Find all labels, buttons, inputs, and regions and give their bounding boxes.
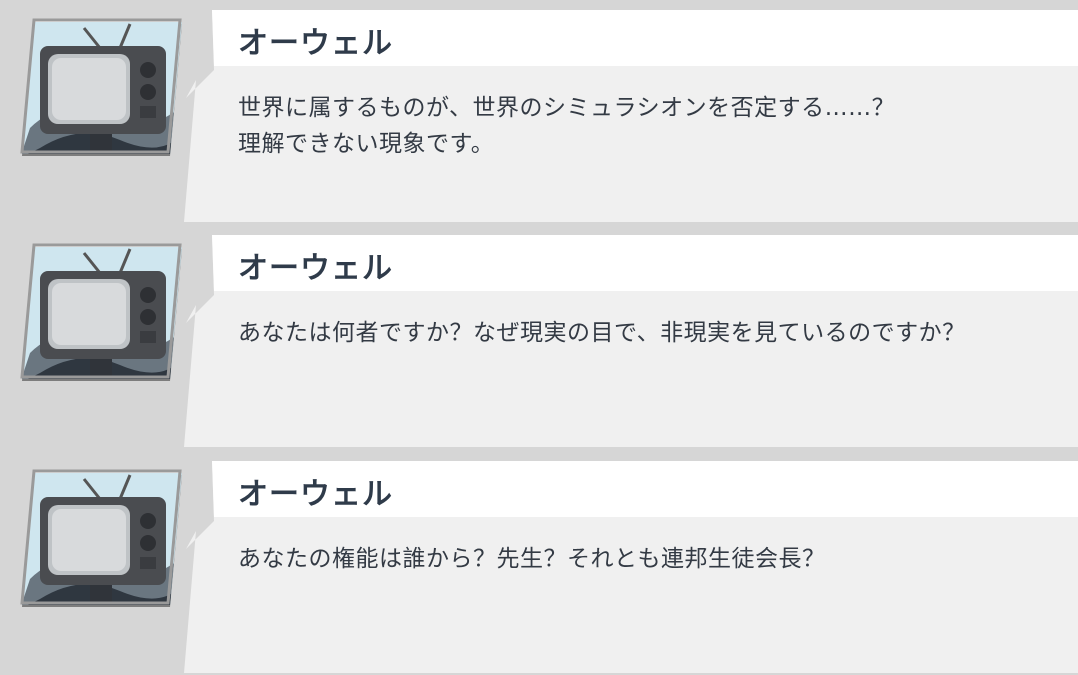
dialogue-entry: オーウェル あなたの権能は誰から？先生？それとも連邦生徒会長？ xyxy=(0,461,1078,673)
crt-television-icon xyxy=(20,469,182,607)
speaker-name: オーウェル xyxy=(238,26,393,61)
speaker-avatar xyxy=(20,18,184,158)
speaker-avatar xyxy=(20,243,184,383)
dialogue-text: あなたは何者ですか？なぜ現実の目で、非現実を見ているのですか？ xyxy=(238,320,966,346)
speaker-avatar xyxy=(20,469,184,609)
speaker-name: オーウェル xyxy=(238,477,393,512)
dialogue-text: あなたの権能は誰から？先生？それとも連邦生徒会長？ xyxy=(238,546,826,572)
speaker-name: オーウェル xyxy=(238,251,393,286)
dialogue-bubble: オーウェル 世界に属するものが、世界のシミュラシオンを否定する……？ 理解できな… xyxy=(184,10,1078,222)
dialogue-entry: オーウェル あなたは何者ですか？なぜ現実の目で、非現実を見ているのですか？ xyxy=(0,235,1078,447)
dialogue-bubble: オーウェル あなたの権能は誰から？先生？それとも連邦生徒会長？ xyxy=(184,461,1078,673)
dialogue-bubble: オーウェル あなたは何者ですか？なぜ現実の目で、非現実を見ているのですか？ xyxy=(184,235,1078,447)
crt-television-icon xyxy=(20,18,182,156)
dialogue-entry: オーウェル 世界に属するものが、世界のシミュラシオンを否定する……？ 理解できな… xyxy=(0,10,1078,222)
dialogue-log[interactable]: オーウェル 世界に属するものが、世界のシミュラシオンを否定する……？ 理解できな… xyxy=(0,0,1078,675)
dialogue-text: 世界に属するものが、世界のシミュラシオンを否定する……？ 理解できない現象です。 xyxy=(238,95,896,157)
crt-television-icon xyxy=(20,243,182,381)
